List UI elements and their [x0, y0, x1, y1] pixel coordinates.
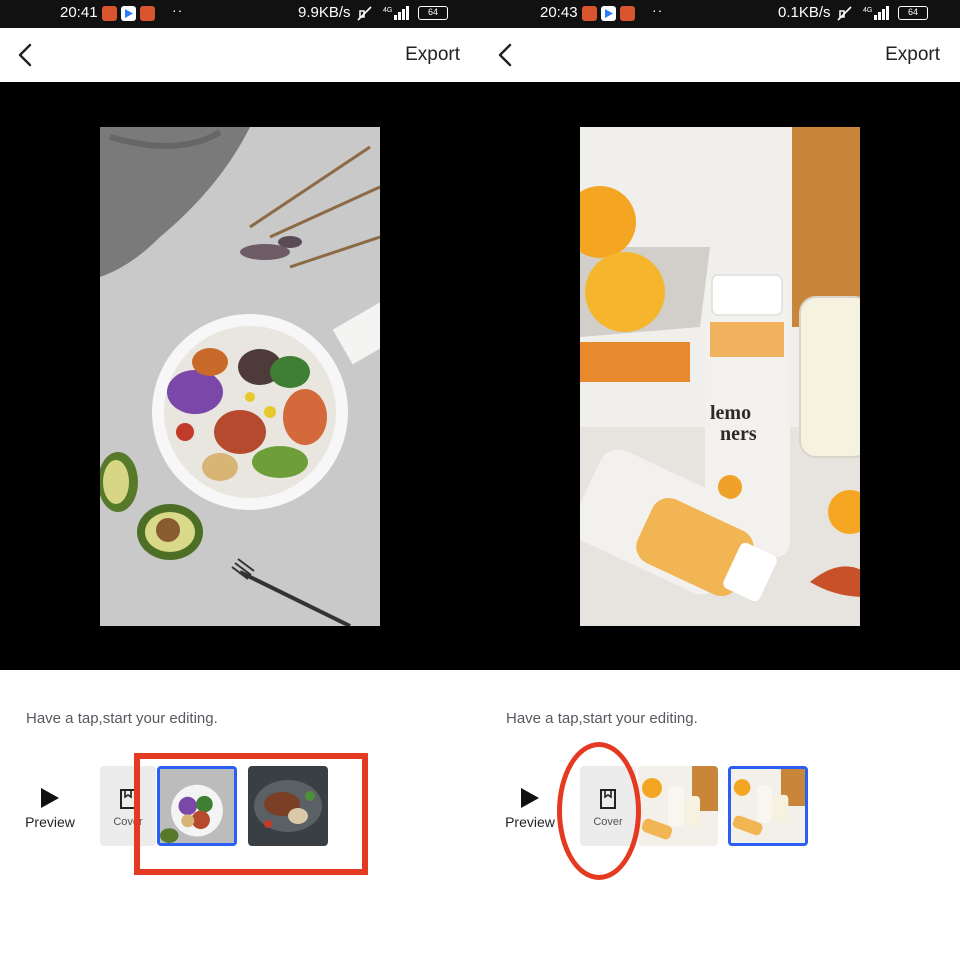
app-notification-icon [102, 6, 117, 21]
notification-icons [582, 6, 635, 21]
status-time: 20:43 [540, 4, 578, 21]
right-screen: 20:43 ·· 0.1KB/s 4G 64 Export lemo ners … [480, 0, 960, 960]
lemon-thumbnail-image [638, 766, 718, 846]
mute-icon [357, 6, 372, 21]
status-bar: 20:43 ·· 0.1KB/s 4G 64 [480, 0, 960, 28]
salad-photo [100, 127, 380, 626]
cover-label: Cover [113, 816, 143, 828]
more-notifications-icon: ·· [172, 2, 184, 18]
status-time: 20:41 [60, 4, 98, 21]
notification-icons [102, 6, 155, 21]
header-bar: Export [480, 28, 960, 82]
export-button[interactable]: Export [885, 44, 940, 66]
cover-book-icon [120, 789, 136, 809]
status-bar: 20:41 ·· 9.9KB/s 4G 64 [0, 0, 480, 28]
preview-button[interactable]: Preview [22, 782, 78, 838]
preview-button[interactable]: Preview [502, 782, 558, 838]
lemon-thumbnail-image [731, 769, 805, 843]
network-speed: 0.1KB/s [778, 4, 831, 21]
app-notification-icon [582, 6, 597, 21]
steak-thumbnail-image [248, 766, 328, 846]
cover-button[interactable]: Cover [100, 766, 156, 846]
chevron-left-icon[interactable] [14, 42, 38, 68]
chevron-left-icon[interactable] [494, 42, 518, 68]
clip-thumbnail-steak[interactable] [248, 766, 328, 846]
cover-book-icon [600, 789, 616, 809]
preview-image-lemon-juice: lemo ners [580, 127, 860, 626]
lemon-juice-photo: lemo ners [580, 127, 860, 626]
clip-thumbnail-salad[interactable] [157, 766, 237, 846]
network-speed: 9.9KB/s [298, 4, 351, 21]
more-notifications-icon: ·· [652, 2, 664, 18]
play-store-icon [121, 6, 136, 21]
cover-button[interactable]: Cover [580, 766, 636, 846]
battery-icon: 64 [898, 6, 928, 20]
app-notification-icon [620, 6, 635, 21]
product-label-text-top: lemo [710, 402, 751, 424]
clip-thumbnail-lemon-2[interactable] [728, 766, 808, 846]
signal-icon: 4G [863, 6, 889, 20]
play-icon [41, 788, 59, 808]
battery-icon: 64 [418, 6, 448, 20]
editing-hint: Have a tap,start your editing. [506, 710, 698, 727]
svg-text:4G: 4G [383, 7, 392, 14]
header-bar: Export [0, 28, 480, 82]
cover-label: Cover [593, 816, 623, 828]
clip-thumbnail-lemon-1[interactable] [638, 766, 718, 846]
signal-icon: 4G [383, 6, 409, 20]
play-icon [521, 788, 539, 808]
video-preview-area[interactable] [0, 82, 480, 670]
export-button[interactable]: Export [405, 44, 460, 66]
product-label-text-bottom: ners [720, 423, 757, 445]
app-notification-icon [140, 6, 155, 21]
preview-label: Preview [505, 814, 555, 830]
salad-thumbnail-image [160, 769, 234, 843]
preview-image-salad [100, 127, 380, 626]
mute-icon [837, 6, 852, 21]
svg-text:4G: 4G [863, 7, 872, 14]
play-store-icon [601, 6, 616, 21]
left-screen: 20:41 ·· 9.9KB/s 4G 64 Export Have a tap… [0, 0, 480, 960]
preview-label: Preview [25, 814, 75, 830]
video-preview-area[interactable]: lemo ners [480, 82, 960, 670]
editing-hint: Have a tap,start your editing. [26, 710, 218, 727]
